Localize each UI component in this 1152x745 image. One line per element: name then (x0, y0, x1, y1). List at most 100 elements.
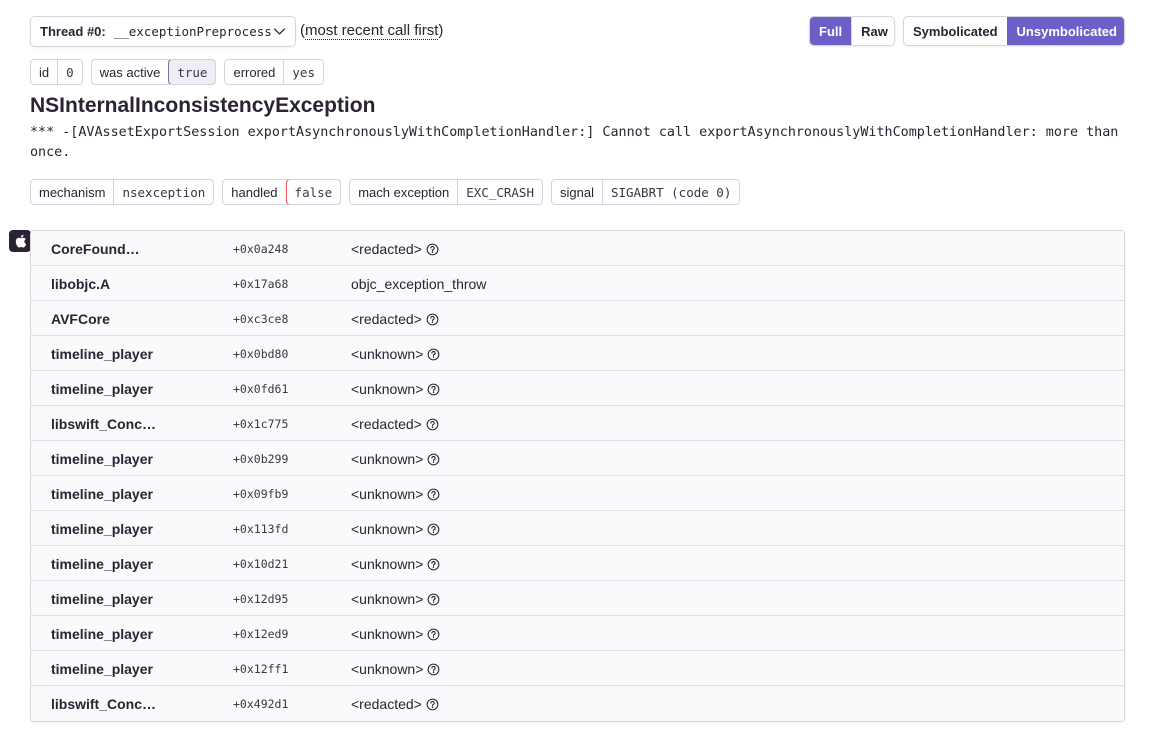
frame-function-name: <redacted> (351, 311, 422, 327)
frame-function: <unknown> (351, 486, 440, 502)
tag-value: yes (283, 60, 323, 84)
full-view-button[interactable]: Full (810, 17, 852, 45)
frame-function: <unknown> (351, 521, 440, 537)
question-circle-icon[interactable] (426, 418, 439, 431)
stack-frame-row[interactable]: timeline_player +0x12d95 <unknown> (31, 581, 1124, 616)
mechanism-tags: mechanism nsexception handled false mach… (30, 179, 741, 205)
tag-value: EXC_CRASH (457, 180, 542, 204)
tag-mechanism: mechanism nsexception (30, 179, 215, 205)
frame-package: timeline_player (51, 451, 153, 467)
tag-mach-exception: mach exception EXC_CRASH (349, 179, 543, 205)
chevron-down-icon (273, 28, 286, 35)
call-order-text: most recent call first (305, 22, 439, 40)
stack-frame-row[interactable]: timeline_player +0x09fb9 <unknown> (31, 476, 1124, 511)
stack-frame-row[interactable]: AVFCore +0xc3ce8 <redacted> (31, 301, 1124, 336)
frame-function-name: <unknown> (351, 346, 424, 362)
tag-key: handled (231, 184, 278, 200)
exception-type: NSInternalInconsistencyException (30, 94, 376, 117)
frame-function: <unknown> (351, 626, 440, 642)
frame-package: libobjc.A (51, 276, 111, 292)
question-circle-icon[interactable] (426, 698, 439, 711)
frame-package: AVFCore (51, 311, 110, 327)
frame-address: +0x09fb9 (233, 487, 289, 501)
frame-function-name: objc_exception_throw (351, 276, 487, 292)
tag-key: mach exception (358, 184, 450, 200)
frame-function: <unknown> (351, 556, 440, 572)
stack-frame-row[interactable]: timeline_player +0x0b299 <unknown> (31, 441, 1124, 476)
apple-logo-icon (15, 234, 27, 248)
thread-toolbar: Thread #0: __exceptionPreprocess (most r… (30, 16, 1125, 47)
frame-function-name: <redacted> (351, 416, 422, 432)
frame-function-name: <unknown> (351, 626, 424, 642)
question-circle-icon[interactable] (426, 313, 439, 326)
question-circle-icon[interactable] (427, 593, 440, 606)
frame-package: timeline_player (51, 661, 153, 677)
frame-address: +0x0a248 (233, 242, 289, 256)
stack-frame-row[interactable]: libobjc.A +0x17a68 objc_exception_throw (31, 266, 1124, 301)
question-circle-icon[interactable] (427, 628, 440, 641)
frame-address: +0x0fd61 (233, 382, 289, 396)
frame-function: <unknown> (351, 346, 440, 362)
tag-value: SIGABRT (code 0) (601, 180, 739, 204)
question-circle-icon[interactable] (427, 523, 440, 536)
tag-value: false (285, 180, 341, 204)
call-order-note: (most recent call first) (300, 22, 444, 40)
frame-function: <redacted> (351, 416, 439, 432)
stack-frame-row[interactable]: timeline_player +0x12ff1 <unknown> (31, 651, 1124, 686)
frame-package: timeline_player (51, 346, 153, 362)
tag-key: was active (99, 64, 161, 80)
tag-signal: signal SIGABRT (code 0) (550, 179, 741, 205)
question-circle-icon[interactable] (427, 558, 440, 571)
frame-function: <redacted> (351, 241, 439, 257)
tag-value: true (168, 60, 216, 84)
stack-frame-row[interactable]: CoreFound… +0x0a248 <redacted> (31, 231, 1124, 266)
thread-selector-value: __exceptionPreprocess (113, 24, 272, 39)
frame-address: +0xc3ce8 (233, 312, 289, 326)
tag-key: signal (559, 184, 594, 200)
frame-address: +0x0bd80 (233, 347, 289, 361)
thread-selector[interactable]: Thread #0: __exceptionPreprocess (30, 16, 296, 47)
frame-package: timeline_player (51, 556, 153, 572)
tag-value: 0 (57, 60, 82, 84)
tag-handled: handled false (222, 179, 342, 205)
question-circle-icon[interactable] (427, 348, 440, 361)
frame-address: +0x113fd (233, 522, 289, 536)
stack-frame-row[interactable]: timeline_player +0x0bd80 <unknown> (31, 336, 1124, 371)
frame-address: +0x17a68 (233, 277, 289, 291)
question-circle-icon[interactable] (427, 663, 440, 676)
stack-frame-row[interactable]: timeline_player +0x0fd61 <unknown> (31, 371, 1124, 406)
frame-address: +0x12d95 (233, 592, 289, 606)
tag-id: id 0 (30, 59, 83, 85)
frame-address: +0x0b299 (233, 452, 289, 466)
frame-function: objc_exception_throw (351, 276, 486, 292)
question-circle-icon[interactable] (427, 383, 440, 396)
frame-function-name: <unknown> (351, 521, 424, 537)
call-order-close: ) (438, 22, 444, 39)
stack-frame-row[interactable]: libswift_Conc… +0x492d1 <redacted> (31, 686, 1124, 721)
frame-function: <redacted> (351, 696, 439, 712)
frame-function-name: <unknown> (351, 661, 424, 677)
stack-frame-row[interactable]: timeline_player +0x10d21 <unknown> (31, 546, 1124, 581)
stack-frames: CoreFound… +0x0a248 <redacted> libobjc.A +0x… (30, 230, 1125, 722)
frame-function: <unknown> (351, 661, 440, 677)
frame-function-name: <unknown> (351, 381, 424, 397)
frame-function-name: <redacted> (351, 696, 422, 712)
question-circle-icon[interactable] (427, 488, 440, 501)
raw-view-button[interactable]: Raw (851, 17, 894, 45)
stack-frame-row[interactable]: libswift_Conc… +0x1c775 <redacted> (31, 406, 1124, 441)
unsymbolicated-button[interactable]: Unsymbolicated (1006, 17, 1124, 45)
frame-package: CoreFound… (51, 241, 140, 257)
symbolication-toggle: Symbolicated Unsymbolicated (903, 16, 1125, 46)
stack-frame-row[interactable]: timeline_player +0x12ed9 <unknown> (31, 616, 1124, 651)
frame-address: +0x1c775 (233, 417, 289, 431)
thread-selector-label: Thread #0: (40, 24, 106, 39)
stack-frame-row[interactable]: timeline_player +0x113fd <unknown> (31, 511, 1124, 546)
frame-package: timeline_player (51, 521, 153, 537)
frame-function-name: <unknown> (351, 556, 424, 572)
frame-function-name: <unknown> (351, 451, 424, 467)
frame-package: libswift_Conc… (51, 416, 157, 432)
question-circle-icon[interactable] (427, 453, 440, 466)
symbolicated-button[interactable]: Symbolicated (904, 17, 1007, 45)
question-circle-icon[interactable] (426, 243, 439, 256)
frame-address: +0x492d1 (233, 697, 289, 711)
